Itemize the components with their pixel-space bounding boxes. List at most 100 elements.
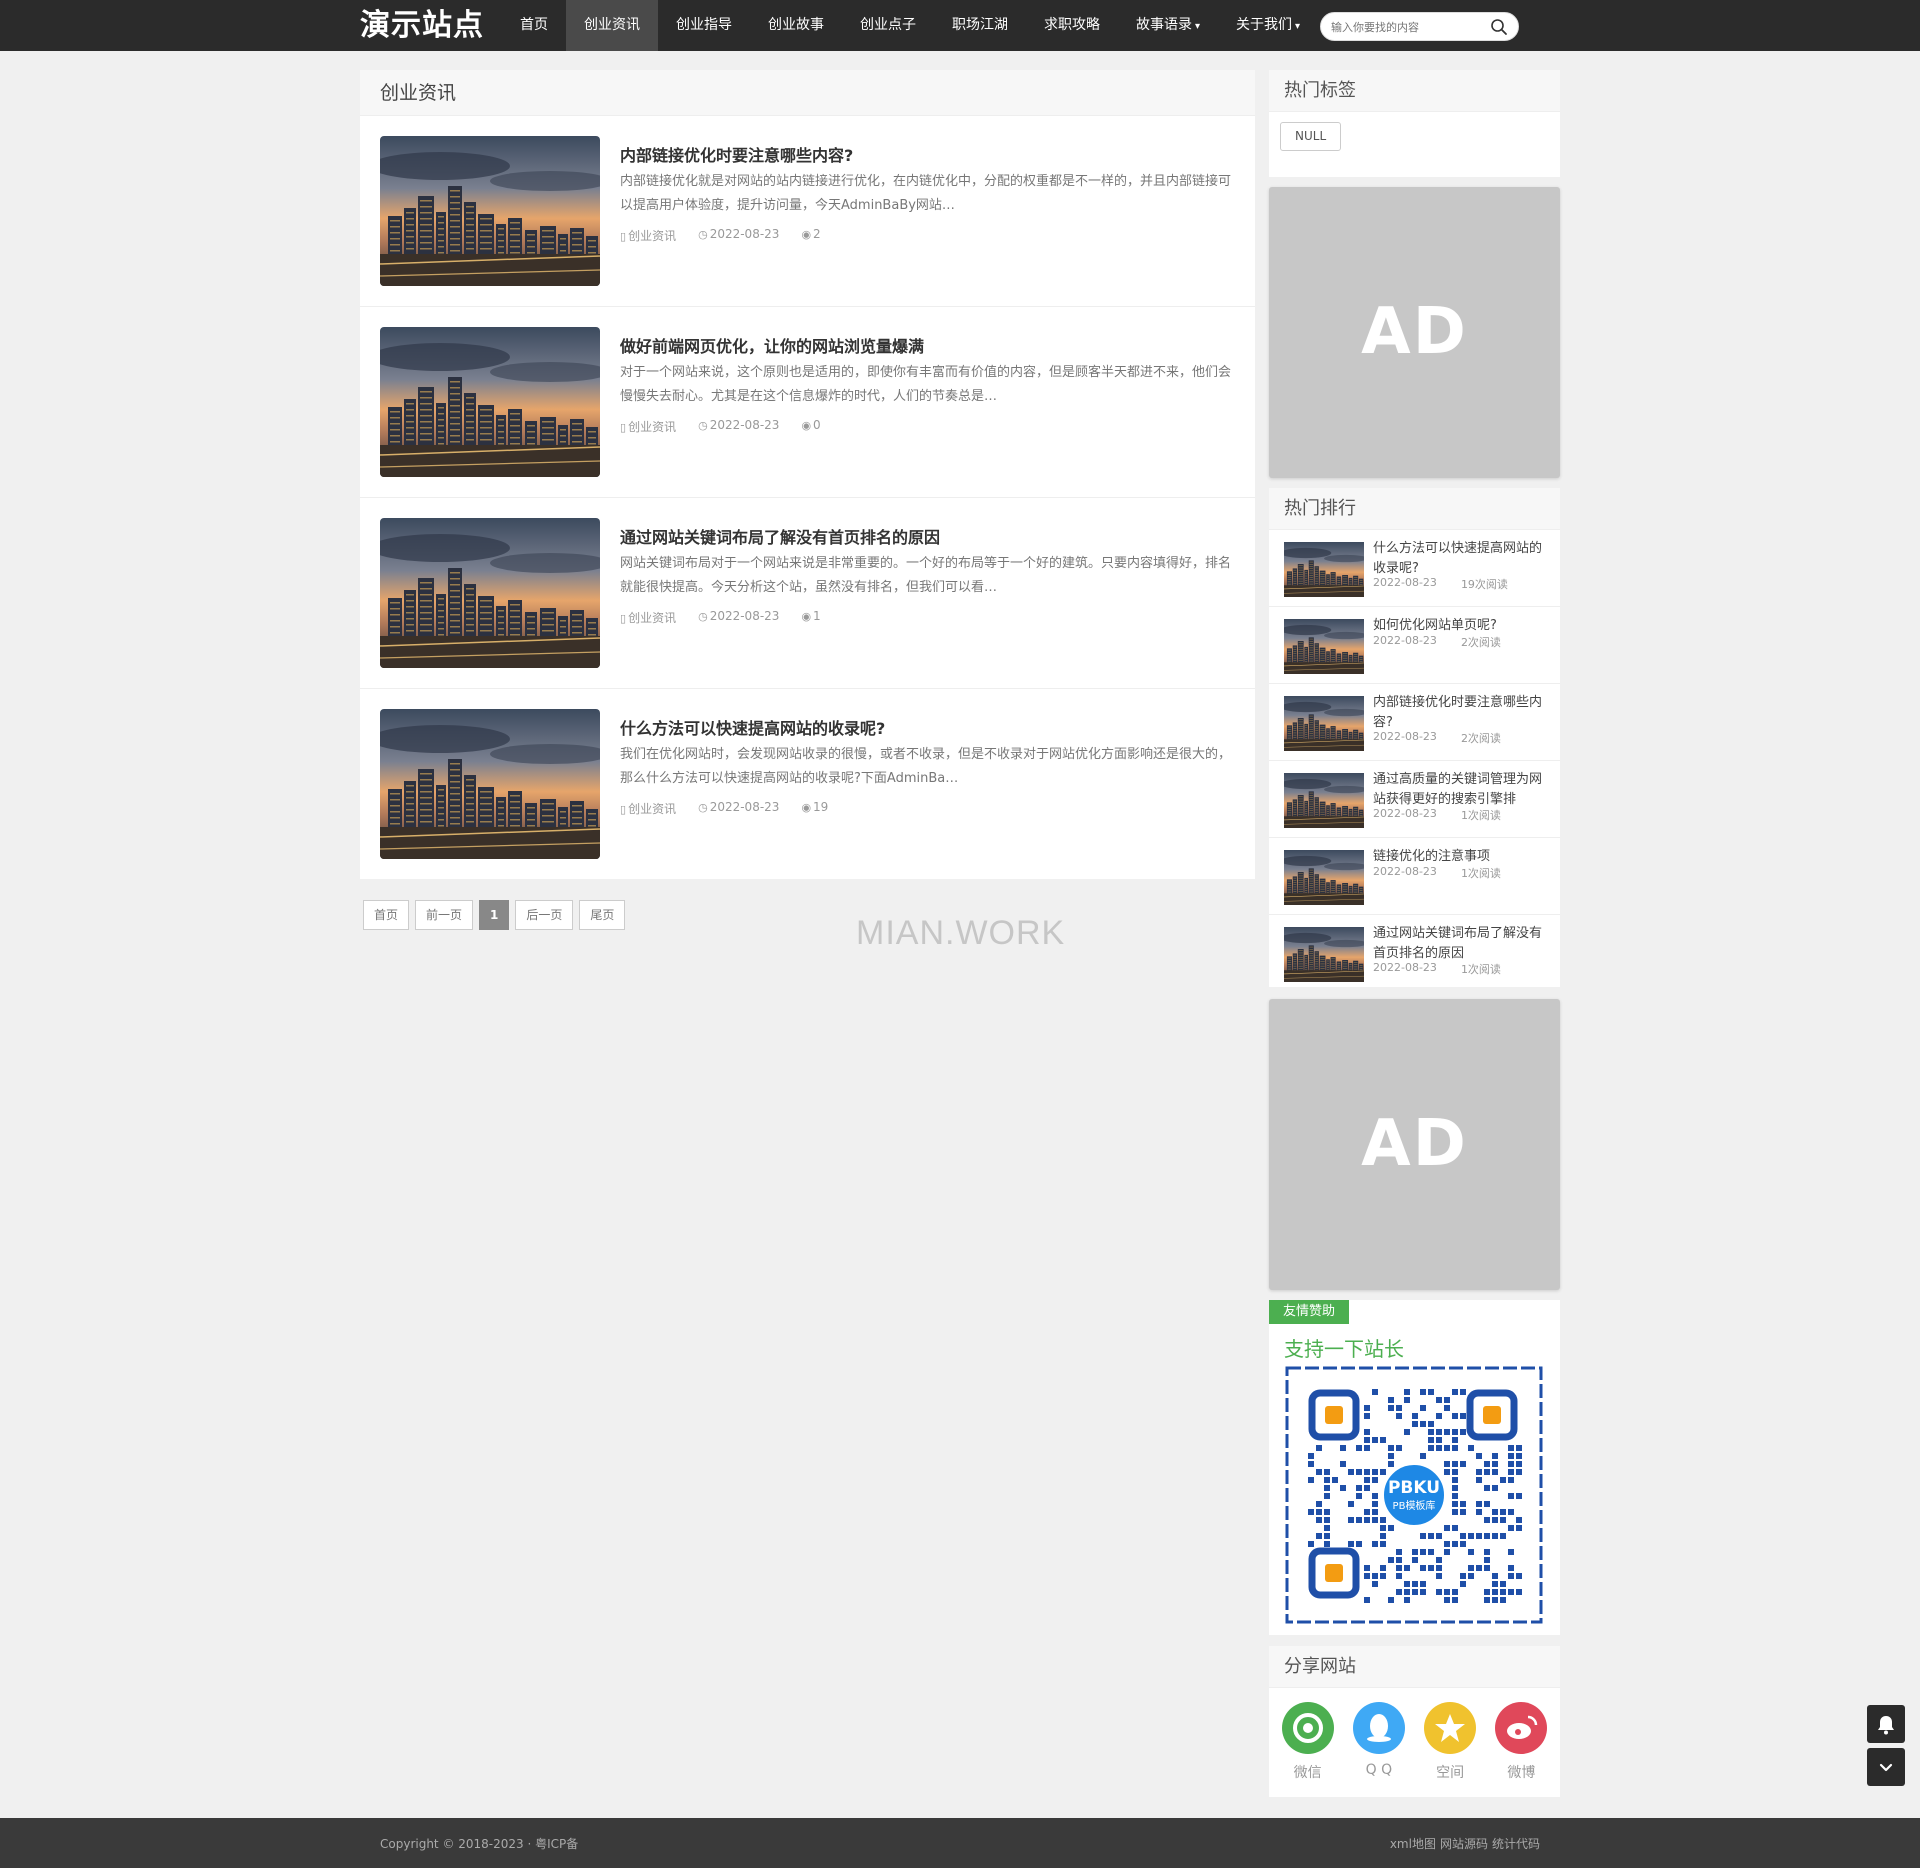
nav-item-label: 职场江湖: [952, 17, 1008, 33]
rank-meta: 2022-08-23 1次阅读: [1373, 961, 1501, 977]
rank-reads: 2次阅读: [1460, 636, 1501, 649]
rank-reads: 19次阅读: [1460, 578, 1508, 591]
hot-tags-widget: 热门标签 NULL: [1269, 70, 1560, 177]
main-nav: 首页 创业资讯 创业指导 创业故事 创业点子 职场江湖 求职攻略 故事语录 ▾ 关于我们 ▾: [502, 0, 1318, 51]
rank-thumbnail[interactable]: [1284, 696, 1364, 751]
rank-item: 内部链接优化时要注意哪些内容? 2022-08-23 2次阅读: [1269, 684, 1560, 761]
footer-link[interactable]: 统计代码: [1492, 1835, 1540, 1852]
qq-icon: [1352, 1702, 1405, 1754]
post-views: 2: [813, 227, 821, 241]
scroll-down-button[interactable]: [1867, 1748, 1905, 1786]
rank-date: 2022-08-23: [1373, 634, 1437, 647]
post-excerpt: 对于一个网站来说，这个原则也是适用的，即使你有丰富而有价值的内容，但是顾客半天都…: [620, 365, 1232, 404]
rank-date: 2022-08-23: [1373, 576, 1437, 589]
post-date-wrap: ◷ 2022-08-23: [698, 800, 779, 817]
rank-meta: 2022-08-23 1次阅读: [1373, 865, 1501, 881]
nav-item-5[interactable]: 创业点子: [842, 0, 934, 51]
wechat-icon: [1281, 1702, 1334, 1754]
post-title-link[interactable]: 什么方法可以快速提高网站的收录呢?: [620, 715, 885, 739]
rank-reads: 1次阅读: [1460, 809, 1501, 822]
chevron-down-icon: [1879, 1763, 1893, 1772]
rank-item: 链接优化的注意事项 2022-08-23 1次阅读: [1269, 838, 1560, 915]
nav-item-8[interactable]: 故事语录 ▾: [1118, 0, 1218, 51]
page-first-button[interactable]: 首页: [363, 900, 410, 930]
rank-title-link[interactable]: 内部链接优化时要注意哪些内容?: [1373, 693, 1548, 733]
rank-thumbnail[interactable]: [1284, 773, 1364, 828]
float-notify-button[interactable]: [1867, 1705, 1905, 1743]
share-wechat-button[interactable]: 微信: [1281, 1702, 1335, 1782]
donate-badge: 友情赞助: [1269, 1300, 1350, 1324]
rank-title-link[interactable]: 如何优化网站单页呢?: [1373, 616, 1548, 636]
footer: Copyright © 2018-2023 · 粤ICP备 xml地图 网站源码统…: [0, 1818, 1920, 1868]
page-last-button[interactable]: 尾页: [579, 900, 626, 930]
tag-link[interactable]: NULL: [1280, 122, 1342, 151]
search-input[interactable]: [1331, 18, 1481, 36]
rank-thumbnail[interactable]: [1284, 619, 1364, 674]
post-thumbnail[interactable]: [380, 136, 600, 286]
page-next-button[interactable]: 后一页: [515, 900, 574, 930]
nav-item-label: 创业资讯: [584, 17, 640, 33]
post-excerpt: 内部链接优化就是对网站的站内链接进行优化，在内链优化中，分配的权重都是不一样的，…: [620, 174, 1232, 213]
post-date-wrap: ◷ 2022-08-23: [698, 227, 779, 244]
post-meta: ▯ 创业资讯 ◷ 2022-08-23 ◉ 2: [620, 227, 821, 244]
post-thumbnail[interactable]: [380, 709, 600, 859]
clock-icon: ◷: [698, 801, 708, 814]
rank-item: 通过网站关键词布局了解没有首页排名的原因 2022-08-23 1次阅读: [1269, 915, 1560, 992]
nav-item-3[interactable]: 创业指导: [658, 0, 750, 51]
eye-icon: ◉: [801, 801, 812, 814]
post-category-link[interactable]: ▯ 创业资讯: [620, 418, 676, 435]
rank-title-link[interactable]: 通过高质量的关键词管理为网站获得更好的搜索引擎排: [1373, 770, 1548, 810]
post-category-link[interactable]: ▯ 创业资讯: [620, 227, 676, 244]
post-date-wrap: ◷ 2022-08-23: [698, 418, 779, 435]
rank-title-link[interactable]: 链接优化的注意事项: [1373, 847, 1548, 867]
share-title: 分享网站: [1269, 1646, 1560, 1688]
post-thumbnail[interactable]: [380, 518, 600, 668]
post-thumbnail[interactable]: [380, 327, 600, 477]
post-category-link[interactable]: ▯ 创业资讯: [620, 609, 676, 626]
post-category: 创业资讯: [628, 420, 677, 434]
rank-title-link[interactable]: 什么方法可以快速提高网站的收录呢?: [1373, 539, 1548, 579]
rank-thumbnail[interactable]: [1284, 542, 1364, 597]
share-qq-button[interactable]: Q Q: [1352, 1702, 1406, 1782]
post-meta: ▯ 创业资讯 ◷ 2022-08-23 ◉ 19: [620, 800, 828, 817]
ad-label: AD: [1361, 1107, 1468, 1181]
share-weibo-button[interactable]: 微博: [1494, 1702, 1548, 1782]
nav-item-9[interactable]: 关于我们 ▾: [1218, 0, 1318, 51]
post-category-link[interactable]: ▯ 创业资讯: [620, 800, 676, 817]
book-icon: ▯: [620, 230, 627, 243]
post-title-link[interactable]: 内部链接优化时要注意哪些内容?: [620, 142, 853, 166]
post-date: 2022-08-23: [709, 227, 780, 241]
nav-item-2[interactable]: 创业资讯: [566, 0, 658, 51]
nav-item-7[interactable]: 求职攻略: [1026, 0, 1118, 51]
rank-thumbnail[interactable]: [1284, 927, 1364, 982]
post-views-wrap: ◉ 1: [801, 609, 820, 626]
book-icon: ▯: [620, 803, 627, 816]
footer-link[interactable]: 网站源码: [1440, 1835, 1488, 1852]
rank-date: 2022-08-23: [1373, 865, 1437, 878]
page-prev-button[interactable]: 前一页: [415, 900, 474, 930]
rank-thumbnail[interactable]: [1284, 850, 1364, 905]
qzone-icon: [1424, 1702, 1477, 1754]
rank-title-link[interactable]: 通过网站关键词布局了解没有首页排名的原因: [1373, 924, 1548, 964]
book-icon: ▯: [620, 612, 627, 625]
nav-item-6[interactable]: 职场江湖: [934, 0, 1026, 51]
post-views-wrap: ◉ 19: [801, 800, 828, 817]
nav-item-label: 创业点子: [860, 17, 916, 33]
post-date-wrap: ◷ 2022-08-23: [698, 609, 779, 626]
post-title-link[interactable]: 通过网站关键词布局了解没有首页排名的原因: [620, 524, 940, 548]
bell-icon: [1878, 1716, 1894, 1735]
site-logo[interactable]: 演示站点: [360, 7, 484, 45]
nav-item-1[interactable]: 首页: [502, 0, 566, 51]
post-meta: ▯ 创业资讯 ◷ 2022-08-23 ◉ 1: [620, 609, 821, 626]
nav-item-4[interactable]: 创业故事: [750, 0, 842, 51]
search-icon[interactable]: [1490, 18, 1508, 36]
ad-banner-bottom[interactable]: AD: [1269, 999, 1560, 1290]
clock-icon: ◷: [698, 228, 708, 241]
share-qzone-button[interactable]: 空间: [1423, 1702, 1477, 1782]
post-title-link[interactable]: 做好前端网页优化，让你的网站浏览量爆满: [620, 333, 924, 357]
page-current[interactable]: 1: [479, 900, 510, 930]
hot-ranking-widget: 热门排行 什么方法可以快速提高网站的收录呢? 2022-08-23 19次阅读 如何优…: [1269, 488, 1560, 987]
footer-link[interactable]: xml地图: [1390, 1835, 1436, 1852]
clock-icon: ◷: [698, 610, 708, 623]
ad-banner-top[interactable]: AD: [1269, 187, 1560, 478]
